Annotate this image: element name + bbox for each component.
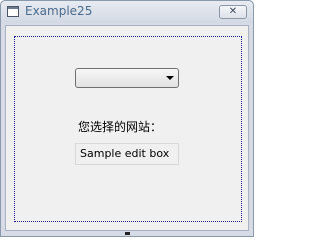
close-icon: ✕ [228, 6, 238, 17]
website-combobox[interactable] [75, 68, 179, 88]
close-button[interactable]: ✕ [219, 5, 247, 19]
app-window-icon[interactable] [7, 6, 19, 17]
dialog-client-area: 您选择的网站： Sample edit box [5, 25, 249, 231]
window-title: Example25 [25, 4, 93, 18]
app-window: Example25 ✕ 您选择的网站： Sample edit box [0, 0, 254, 237]
chevron-down-icon[interactable] [166, 76, 174, 80]
selected-website-label: 您选择的网站： [78, 120, 163, 134]
resize-grip[interactable] [125, 232, 130, 235]
sample-edit-box[interactable]: Sample edit box [75, 143, 179, 165]
title-bar[interactable]: Example25 ✕ [1, 1, 253, 23]
